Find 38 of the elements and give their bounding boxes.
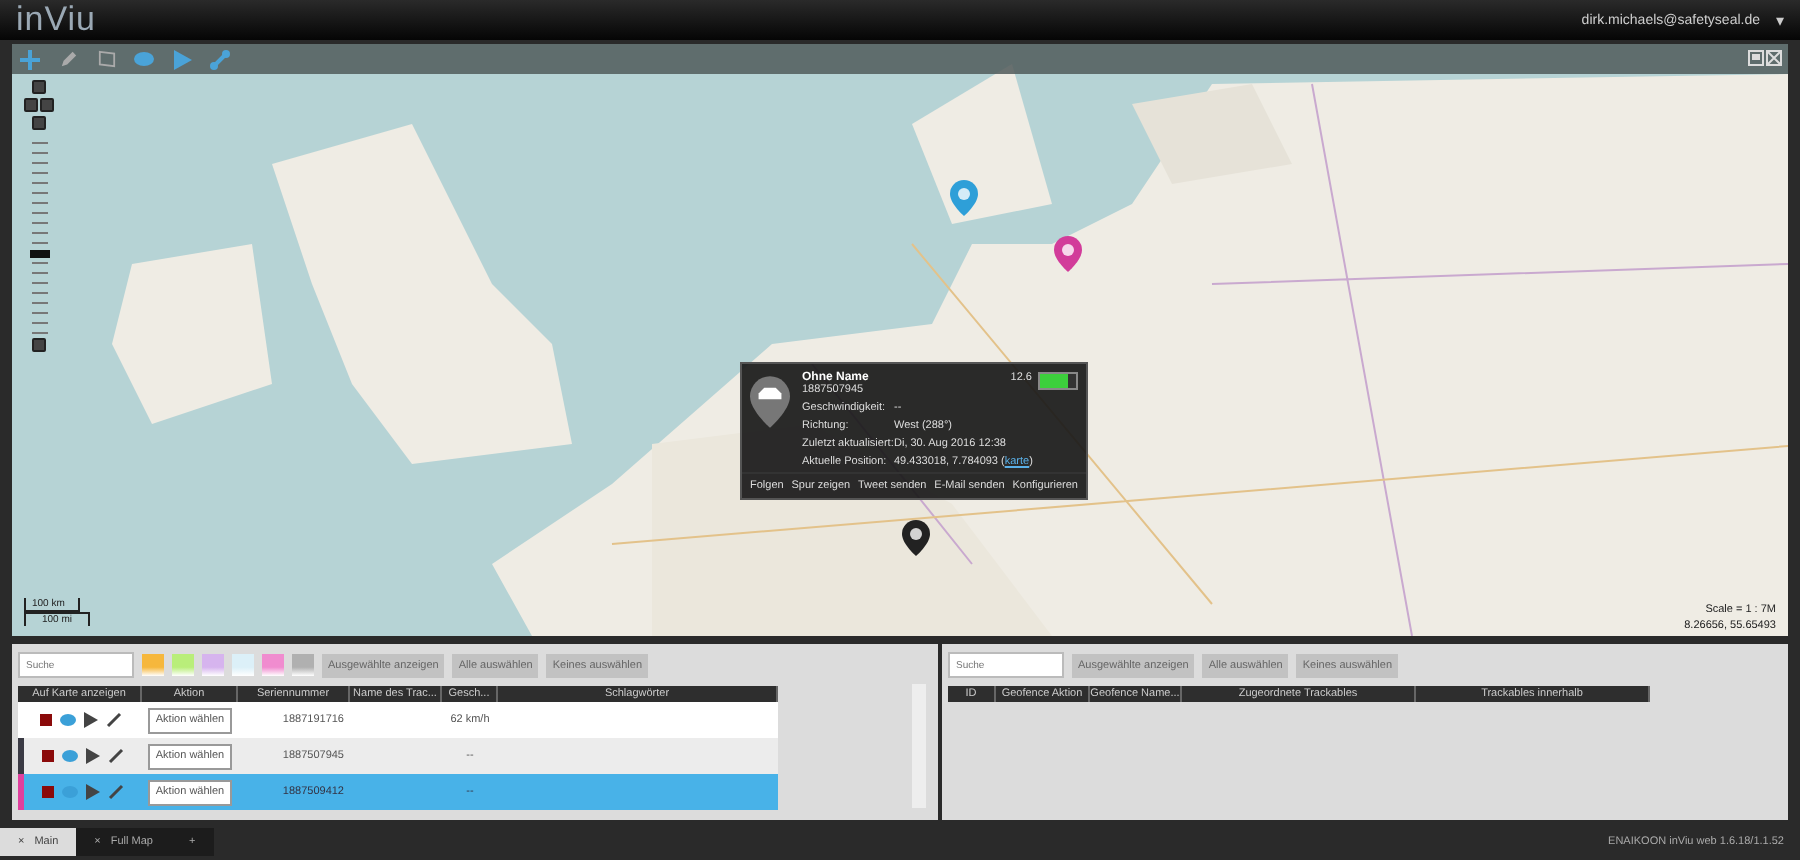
play-icon: [86, 784, 100, 800]
color-filter[interactable]: [142, 654, 164, 676]
eye-icon: [59, 714, 75, 726]
color-filter[interactable]: [202, 654, 224, 676]
close-icon[interactable]: [1766, 50, 1782, 66]
toolbar-button[interactable]: [170, 47, 194, 71]
table-cell[interactable]: [18, 702, 142, 738]
color-filter[interactable]: [262, 654, 284, 676]
toolbar-button[interactable]: [132, 47, 156, 71]
toolbar-button[interactable]: [56, 47, 80, 71]
toolbar-button[interactable]: [18, 47, 42, 71]
color-filter[interactable]: [232, 654, 254, 676]
play-icon: [83, 712, 97, 728]
caret-icon[interactable]: ▾: [1776, 11, 1784, 29]
color-filter[interactable]: [172, 654, 194, 676]
eye-icon: [134, 52, 154, 66]
map-marker[interactable]: [1054, 236, 1082, 272]
color-filter[interactable]: [292, 654, 314, 676]
zoom-in-button[interactable]: [32, 116, 46, 130]
app-logo: inViu: [16, 0, 96, 40]
stop-icon: [42, 786, 54, 798]
maximize-icon[interactable]: [1748, 50, 1764, 66]
play-icon: [86, 748, 100, 764]
zoom-slider-thumb[interactable]: [29, 249, 49, 258]
table-cell[interactable]: [18, 738, 142, 774]
toolbar-button[interactable]: [94, 47, 118, 71]
plus-icon: [20, 49, 40, 69]
zoom-out-button[interactable]: [32, 338, 46, 352]
play-icon: [173, 49, 191, 69]
car-pin-icon: [750, 372, 790, 432]
table-cell[interactable]: [18, 774, 142, 810]
pencil-icon: [59, 50, 77, 68]
eye-icon: [62, 750, 78, 762]
stop-icon: [39, 714, 51, 726]
stop-icon: [42, 750, 54, 762]
polygon-icon: [97, 50, 115, 68]
map-marker[interactable]: [950, 180, 978, 216]
map-marker[interactable]: [902, 520, 930, 556]
